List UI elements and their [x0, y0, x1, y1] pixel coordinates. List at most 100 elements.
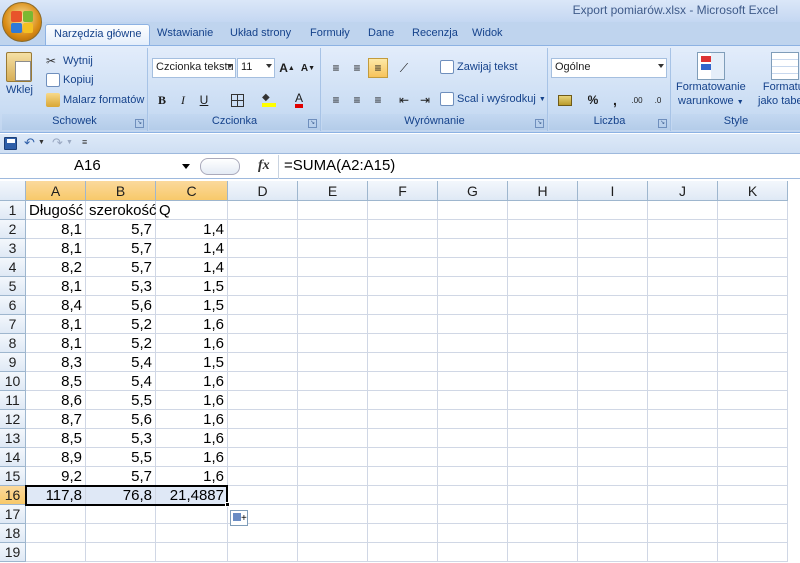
insert-function-icon[interactable]: fx: [258, 158, 270, 174]
cut-button[interactable]: ✂ Wytnij: [46, 54, 93, 68]
cell-h10[interactable]: [508, 372, 578, 391]
number-format-combo[interactable]: Ogólne: [551, 58, 667, 78]
cell-g3[interactable]: [438, 239, 508, 258]
cell-d9[interactable]: [228, 353, 298, 372]
row-header-5[interactable]: 5: [0, 277, 26, 296]
cell-c15[interactable]: 1,6: [156, 467, 228, 486]
cell-i11[interactable]: [578, 391, 648, 410]
cell-c2[interactable]: 1,4: [156, 220, 228, 239]
cell-j17[interactable]: [648, 505, 718, 524]
cell-k19[interactable]: [718, 543, 788, 562]
row-header-1[interactable]: 1: [0, 201, 26, 220]
grow-font-button[interactable]: A ▲: [277, 58, 297, 78]
cell-e7[interactable]: [298, 315, 368, 334]
cell-a15[interactable]: 9,2: [26, 467, 86, 486]
cell-g19[interactable]: [438, 543, 508, 562]
cell-b16[interactable]: 76,8: [86, 486, 156, 505]
cell-e11[interactable]: [298, 391, 368, 410]
cell-d4[interactable]: [228, 258, 298, 277]
cell-e13[interactable]: [298, 429, 368, 448]
cell-k16[interactable]: [718, 486, 788, 505]
cell-k9[interactable]: [718, 353, 788, 372]
cell-h19[interactable]: [508, 543, 578, 562]
cell-b12[interactable]: 5,6: [86, 410, 156, 429]
cell-i12[interactable]: [578, 410, 648, 429]
tab-data[interactable]: Dane: [360, 24, 402, 45]
font-color-button[interactable]: A: [289, 90, 309, 110]
cell-g4[interactable]: [438, 258, 508, 277]
column-header-i[interactable]: I: [578, 181, 648, 201]
cell-i6[interactable]: [578, 296, 648, 315]
tab-insert[interactable]: Wstawianie: [149, 24, 221, 45]
column-header-e[interactable]: E: [298, 181, 368, 201]
cell-d3[interactable]: [228, 239, 298, 258]
row-header-4[interactable]: 4: [0, 258, 26, 277]
cell-g16[interactable]: [438, 486, 508, 505]
cell-b11[interactable]: 5,5: [86, 391, 156, 410]
font-name-combo[interactable]: Czcionka tekstu: [152, 58, 236, 78]
borders-button[interactable]: [227, 90, 247, 110]
fill-handle[interactable]: [225, 502, 230, 507]
cell-a16[interactable]: 117,8: [26, 486, 86, 505]
cell-h2[interactable]: [508, 220, 578, 239]
cell-c17[interactable]: [156, 505, 228, 524]
cell-f3[interactable]: [368, 239, 438, 258]
decrease-decimal-button[interactable]: .0: [648, 90, 668, 110]
cell-a10[interactable]: 8,5: [26, 372, 86, 391]
cell-f14[interactable]: [368, 448, 438, 467]
cell-h6[interactable]: [508, 296, 578, 315]
cell-f10[interactable]: [368, 372, 438, 391]
percent-button[interactable]: %: [583, 90, 603, 110]
cell-i10[interactable]: [578, 372, 648, 391]
cell-k1[interactable]: [718, 201, 788, 220]
undo-dropdown-icon[interactable]: ▼: [38, 139, 45, 146]
column-header-f[interactable]: F: [368, 181, 438, 201]
cell-j2[interactable]: [648, 220, 718, 239]
cell-a9[interactable]: 8,3: [26, 353, 86, 372]
number-launcher-icon[interactable]: ↘: [658, 119, 667, 128]
align-top-button[interactable]: ≡: [326, 58, 346, 78]
cell-c5[interactable]: 1,5: [156, 277, 228, 296]
cell-a19[interactable]: [26, 543, 86, 562]
cell-c6[interactable]: 1,5: [156, 296, 228, 315]
row-header-16[interactable]: 16: [0, 486, 26, 505]
customize-toolbar-icon[interactable]: ≡: [82, 137, 87, 147]
row-header-13[interactable]: 13: [0, 429, 26, 448]
cell-c14[interactable]: 1,6: [156, 448, 228, 467]
comma-button[interactable]: ,: [605, 90, 625, 110]
cell-d5[interactable]: [228, 277, 298, 296]
cell-g5[interactable]: [438, 277, 508, 296]
format-as-table-button[interactable]: Formatuj jako tabelę: [758, 52, 800, 108]
merge-center-button[interactable]: Scal i wyśrodkuj ▼: [440, 92, 546, 106]
cell-e1[interactable]: [298, 201, 368, 220]
cell-i19[interactable]: [578, 543, 648, 562]
cell-j9[interactable]: [648, 353, 718, 372]
increase-indent-button[interactable]: ⇥: [415, 90, 435, 110]
cell-k17[interactable]: [718, 505, 788, 524]
cell-j16[interactable]: [648, 486, 718, 505]
cell-h13[interactable]: [508, 429, 578, 448]
format-painter-button[interactable]: Malarz formatów: [46, 93, 144, 107]
cell-b9[interactable]: 5,4: [86, 353, 156, 372]
select-all-corner[interactable]: [0, 181, 26, 201]
cell-j13[interactable]: [648, 429, 718, 448]
cell-f4[interactable]: [368, 258, 438, 277]
cell-e17[interactable]: [298, 505, 368, 524]
cell-h7[interactable]: [508, 315, 578, 334]
cell-a7[interactable]: 8,1: [26, 315, 86, 334]
column-header-c[interactable]: C: [156, 181, 228, 201]
cell-k10[interactable]: [718, 372, 788, 391]
row-header-17[interactable]: 17: [0, 505, 26, 524]
cell-h12[interactable]: [508, 410, 578, 429]
cell-a6[interactable]: 8,4: [26, 296, 86, 315]
cell-j4[interactable]: [648, 258, 718, 277]
cell-g2[interactable]: [438, 220, 508, 239]
row-header-12[interactable]: 12: [0, 410, 26, 429]
cell-c3[interactable]: 1,4: [156, 239, 228, 258]
cell-c10[interactable]: 1,6: [156, 372, 228, 391]
tab-review[interactable]: Recenzja: [404, 24, 466, 45]
cell-i4[interactable]: [578, 258, 648, 277]
orientation-button[interactable]: ⟋: [394, 58, 414, 78]
row-header-8[interactable]: 8: [0, 334, 26, 353]
cell-b17[interactable]: [86, 505, 156, 524]
